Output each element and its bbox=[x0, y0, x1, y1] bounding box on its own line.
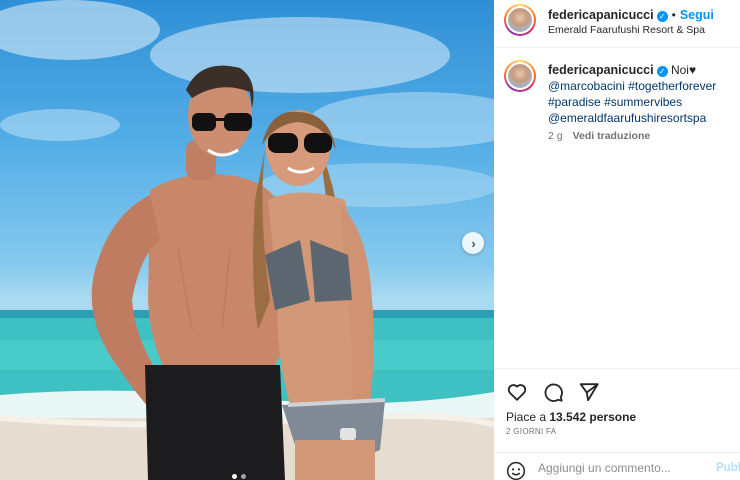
likes-number: 13.542 bbox=[549, 410, 587, 424]
caption-username-link[interactable]: federicapanicucci bbox=[548, 63, 654, 77]
emoji-icon[interactable] bbox=[506, 461, 526, 480]
share-icon[interactable] bbox=[578, 381, 600, 403]
caption-avatar[interactable] bbox=[504, 60, 536, 92]
likes-prefix: Piace a bbox=[506, 410, 547, 424]
separator-dot: • bbox=[671, 8, 676, 22]
post-image[interactable]: › bbox=[0, 0, 494, 480]
action-bar bbox=[506, 381, 600, 403]
follow-button[interactable]: Segui bbox=[680, 8, 714, 22]
publish-button[interactable]: Pubblica bbox=[716, 462, 740, 474]
comment-icon[interactable] bbox=[542, 381, 564, 403]
engagement-section: Piace a 13.542 persone 2 GIORNI FA bbox=[494, 368, 740, 436]
caption-message: Noi♥ bbox=[670, 63, 697, 77]
caption-age: 2 g bbox=[548, 130, 563, 142]
mention-link[interactable]: @marcobacini bbox=[548, 79, 625, 93]
likes-suffix: persone bbox=[589, 410, 637, 424]
heart-icon[interactable] bbox=[506, 381, 528, 403]
post-header: federicapanicucci ✓ • Segui Emerald Faarufu… bbox=[494, 0, 740, 48]
header-user-row: federicapanicucci ✓ • Segui bbox=[548, 6, 714, 24]
verified-badge-icon: ✓ bbox=[656, 11, 668, 22]
next-slide-button[interactable]: › bbox=[462, 232, 484, 254]
comment-input[interactable] bbox=[538, 461, 708, 475]
caption-meta: 2 g Vedi traduzione bbox=[548, 130, 650, 142]
slide-indicator bbox=[232, 474, 246, 479]
comment-bar: Pubblica bbox=[494, 452, 740, 480]
see-translation-button[interactable]: Vedi traduzione bbox=[573, 130, 651, 142]
location-link[interactable]: Emerald Faarufushi Resort & Spa bbox=[548, 24, 705, 36]
likes-count[interactable]: Piace a 13.542 persone bbox=[506, 410, 636, 424]
hashtag-link[interactable]: #togetherforever bbox=[628, 79, 716, 93]
post-timestamp[interactable]: 2 GIORNI FA bbox=[506, 427, 556, 436]
beach-photo bbox=[0, 0, 494, 480]
verified-badge-icon: ✓ bbox=[656, 66, 668, 77]
caption-text: federicapanicucci ✓ Noi♥ @marcobacini #to… bbox=[548, 62, 733, 126]
slide-dot-active bbox=[232, 474, 237, 479]
hashtag-link[interactable]: #paradise bbox=[548, 95, 601, 109]
username-link[interactable]: federicapanicucci bbox=[548, 8, 654, 22]
mention-link[interactable]: @emeraldfaarufushiresortspa bbox=[548, 111, 706, 125]
post-side-panel: federicapanicucci ✓ • Segui Emerald Faarufu… bbox=[494, 0, 740, 480]
hashtag-link[interactable]: #summervibes bbox=[604, 95, 682, 109]
avatar[interactable] bbox=[504, 4, 536, 36]
slide-dot bbox=[241, 474, 246, 479]
chevron-right-icon: › bbox=[471, 235, 476, 251]
